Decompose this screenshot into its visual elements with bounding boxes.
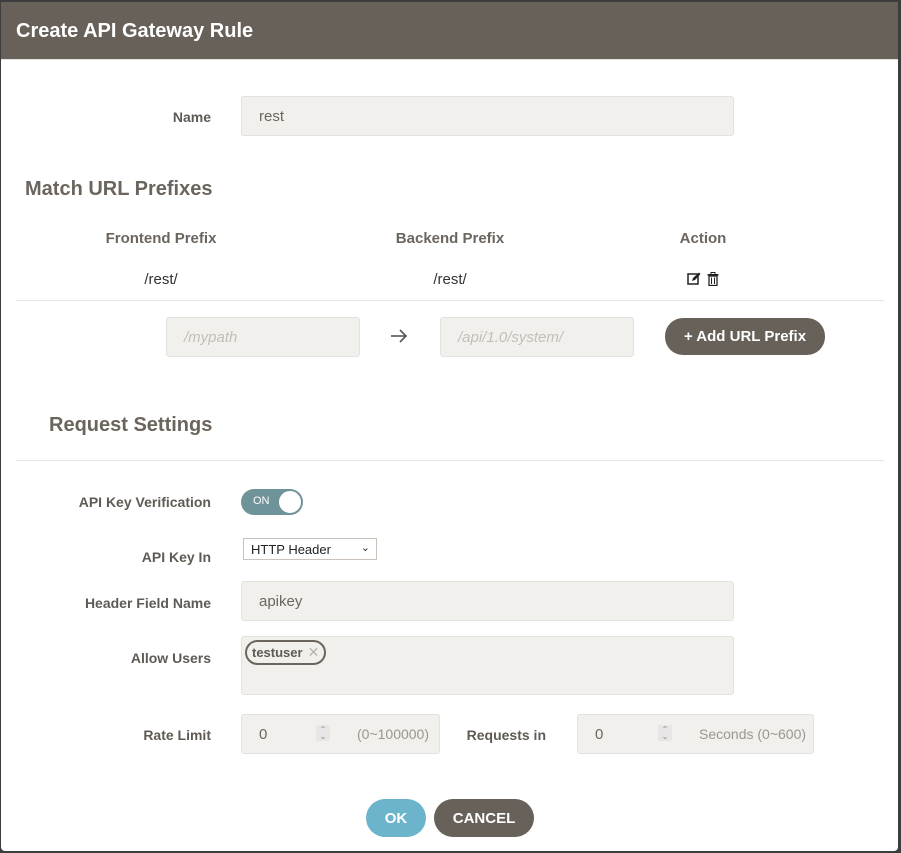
- backend-prefix-cell: /rest/: [433, 271, 467, 288]
- dialog-title: Create API Gateway Rule: [1, 2, 898, 60]
- name-input[interactable]: rest: [241, 96, 734, 136]
- table-divider: [16, 300, 884, 301]
- frontend-placeholder: /mypath: [184, 328, 238, 346]
- api-key-in-selected: HTTP Header: [251, 541, 331, 557]
- header-field-name-label: Header Field Name: [84, 595, 211, 611]
- api-key-in-select[interactable]: HTTP Header ⌄: [243, 538, 377, 560]
- section-divider: [16, 460, 884, 461]
- api-key-verification-label: API Key Verification: [78, 494, 211, 510]
- user-tag-label: testuser: [252, 645, 303, 660]
- user-tag: testuser ✕: [245, 640, 327, 665]
- name-label: Name: [172, 109, 211, 125]
- rate-limit-label: Rate Limit: [143, 727, 211, 743]
- requests-in-spinner-icon[interactable]: ⌃ ⌄: [658, 725, 672, 741]
- new-frontend-prefix-input[interactable]: /mypath: [166, 317, 360, 357]
- allow-users-label: Allow Users: [130, 650, 211, 666]
- create-rule-dialog: Create API Gateway Rule Name rest Match …: [1, 2, 898, 851]
- name-value: rest: [259, 107, 285, 125]
- match-url-section-title: Match URL Prefixes: [25, 178, 213, 200]
- remove-tag-icon[interactable]: ✕: [308, 644, 320, 661]
- rate-limit-spinner-icon[interactable]: ⌃ ⌄: [316, 725, 330, 741]
- toggle-knob: [278, 490, 302, 514]
- edit-icon[interactable]: [687, 272, 701, 291]
- arrow-right-icon: [390, 328, 408, 349]
- api-key-verification-toggle[interactable]: ON: [241, 489, 303, 515]
- cancel-button[interactable]: CANCEL: [434, 799, 534, 837]
- requests-in-value: 0: [595, 725, 604, 743]
- header-field-name-value: apikey: [259, 592, 303, 610]
- api-key-in-label: API Key In: [141, 549, 211, 565]
- frontend-prefix-cell: /rest/: [144, 271, 178, 288]
- rate-limit-value: 0: [259, 725, 268, 743]
- column-header-backend: Backend Prefix: [395, 230, 505, 247]
- backend-placeholder: /api/1.0/system/: [458, 328, 564, 346]
- new-backend-prefix-input[interactable]: /api/1.0/system/: [440, 317, 634, 357]
- toggle-state-text: ON: [253, 495, 270, 507]
- request-settings-section-title: Request Settings: [49, 414, 213, 436]
- requests-in-label: Requests in: [466, 727, 546, 743]
- header-field-name-input[interactable]: apikey: [241, 581, 734, 621]
- trash-icon[interactable]: [707, 272, 719, 291]
- column-header-action: Action: [679, 230, 727, 247]
- requests-in-hint: Seconds (0~600): [699, 726, 807, 742]
- rate-limit-hint: (0~100000): [357, 726, 430, 742]
- ok-button[interactable]: OK: [366, 799, 426, 837]
- add-url-prefix-button[interactable]: + Add URL Prefix: [665, 318, 825, 355]
- column-header-frontend: Frontend Prefix: [105, 230, 217, 247]
- chevron-down-icon: ⌄: [360, 542, 370, 554]
